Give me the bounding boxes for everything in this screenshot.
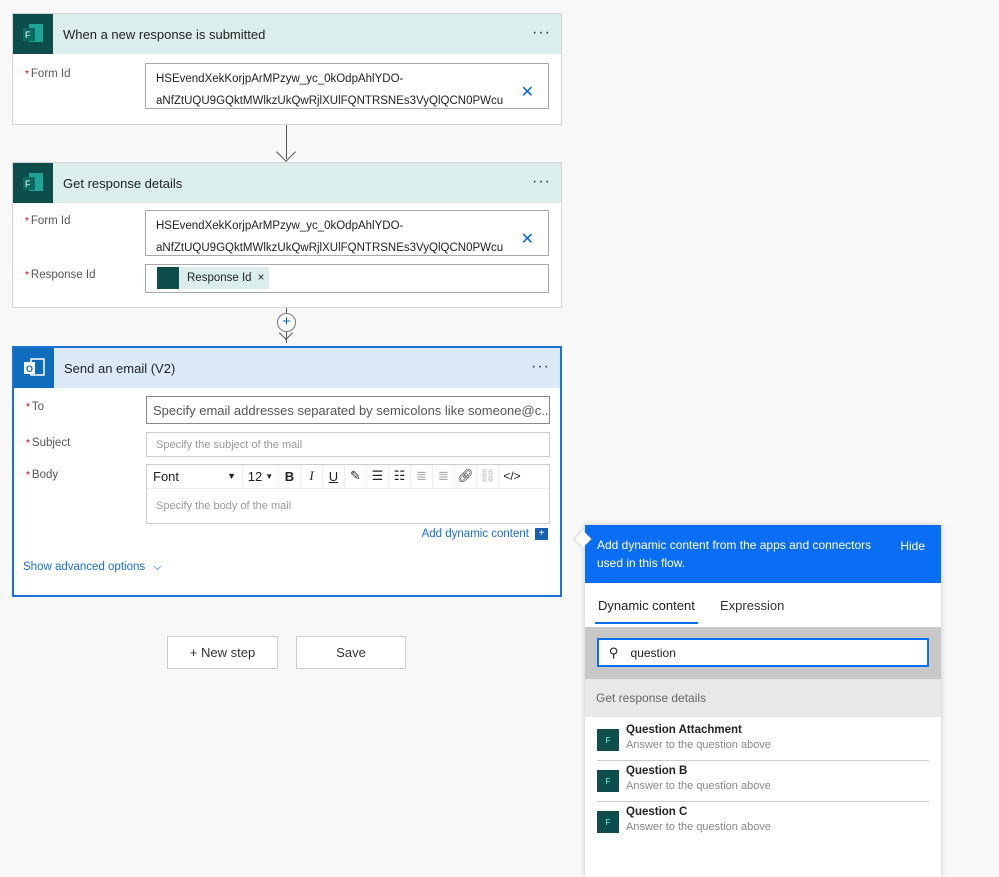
panel-header-text: Add dynamic content from the apps and co… — [597, 538, 872, 570]
underline-icon[interactable]: U — [323, 465, 345, 487]
item-name: Question Attachment — [626, 724, 742, 736]
form-id-label: * Form Id — [25, 215, 71, 227]
dynamic-item[interactable]: F Question Attachment Answer to the questi… — [597, 720, 929, 761]
form-id-input[interactable]: HSEvendXekKorjpArMPzyw_yc_0kOdpAhlYDO- a… — [145, 210, 549, 256]
dynamic-item[interactable]: F Question C Answer to the question above — [597, 802, 929, 843]
form-id-label: * Form Id — [25, 68, 71, 80]
trigger-card: F When a new response is submitted ··· *… — [12, 13, 562, 125]
new-step-button[interactable]: + New step — [167, 636, 278, 669]
code-view-icon[interactable]: </> — [499, 465, 525, 487]
item-desc: Answer to the question above — [626, 739, 771, 751]
outdent-icon[interactable]: ≣ — [433, 465, 455, 487]
italic-icon[interactable]: I — [301, 465, 323, 487]
add-icon: + — [535, 528, 548, 540]
microsoft-forms-icon — [157, 267, 179, 289]
arrow-down-icon — [276, 142, 296, 162]
more-options-icon[interactable]: ··· — [532, 24, 551, 42]
details-title: Get response details — [63, 175, 183, 191]
outlook-icon: O — [14, 348, 54, 388]
highlight-pen-icon[interactable]: ✎ — [345, 465, 367, 487]
body-placeholder: Specify the body of the mail — [156, 500, 292, 512]
font-select[interactable]: Font ▼ — [147, 465, 243, 487]
search-icon: ⚲ — [609, 644, 619, 660]
bold-icon[interactable]: B — [279, 465, 301, 487]
form-id-line2: aNfZtUQU9GQktMWlkzUkQwRjlXUlFQNTRSNEs3Vy… — [156, 242, 504, 254]
send-email-title: Send an email (V2) — [64, 360, 176, 376]
trigger-header[interactable]: F When a new response is submitted ··· — [13, 14, 561, 54]
dynamic-item[interactable]: F Question B Answer to the question above — [597, 761, 929, 802]
save-button[interactable]: Save — [296, 636, 406, 669]
section-header: Get response details — [585, 679, 941, 717]
link-icon[interactable]: 🔗︎ — [455, 465, 477, 487]
svg-text:O: O — [26, 364, 33, 374]
details-card: F Get response details ··· * Form Id HSEv… — [12, 162, 562, 308]
item-desc: Answer to the question above — [626, 821, 771, 833]
body-label: * Body — [26, 469, 59, 481]
response-id-input[interactable]: Response Id × — [145, 264, 549, 293]
bullet-list-icon[interactable]: ☰ — [367, 465, 389, 487]
item-name: Question B — [626, 765, 688, 777]
microsoft-forms-icon: F — [13, 163, 53, 203]
form-id-input[interactable]: HSEvendXekKorjpArMPzyw_yc_0kOdpAhlYDO- a… — [145, 63, 549, 109]
more-options-icon[interactable]: ··· — [531, 358, 550, 376]
microsoft-forms-icon: F — [13, 14, 53, 54]
numbered-list-icon[interactable]: ☷ — [389, 465, 411, 487]
show-advanced-options[interactable]: Show advanced options ⌵ — [23, 561, 162, 574]
chevron-down-icon: ⌵ — [153, 561, 162, 573]
search-value: question — [630, 645, 676, 660]
token-label: Response Id — [187, 272, 252, 284]
response-id-label: * Response Id — [25, 269, 96, 281]
subject-input[interactable]: Specify the subject of the mail — [146, 432, 550, 457]
details-header[interactable]: F Get response details ··· — [13, 163, 561, 203]
tab-expression[interactable]: Expression — [720, 598, 784, 613]
more-options-icon[interactable]: ··· — [532, 173, 551, 191]
body-editor[interactable]: Font ▼ 12 ▼ B I U ✎ ☰ ☷ ≣ ≣ 🔗︎ ⛓︎ </> Spec… — [146, 464, 550, 524]
font-size-select[interactable]: 12 ▼ — [243, 465, 279, 487]
panel-header: Add dynamic content from the apps and co… — [585, 525, 941, 583]
add-dynamic-content-link[interactable]: Add dynamic content + — [422, 528, 548, 540]
form-id-line1: HSEvendXekKorjpArMPzyw_yc_0kOdpAhlYDO- — [156, 73, 404, 85]
form-id-line2: aNfZtUQU9GQktMWlkzUkQwRjlXUlFQNTRSNEs3Vy… — [156, 95, 504, 107]
panel-tabs: Dynamic content Expression — [585, 583, 941, 627]
microsoft-forms-icon: F — [597, 770, 619, 792]
tab-dynamic-content[interactable]: Dynamic content — [595, 598, 698, 624]
search-input[interactable]: ⚲ question — [597, 638, 929, 667]
svg-text:F: F — [25, 30, 31, 40]
send-email-card: O Send an email (V2) ··· * To Specify ema… — [12, 346, 562, 597]
send-email-header[interactable]: O Send an email (V2) ··· — [14, 348, 560, 388]
dynamic-content-panel: Add dynamic content from the apps and co… — [585, 525, 941, 877]
to-input[interactable]: Specify email addresses separated by sem… — [146, 396, 550, 424]
add-dynamic-label: Add dynamic content — [421, 528, 529, 540]
search-area: ⚲ question — [585, 627, 941, 679]
item-name: Question C — [626, 806, 688, 818]
hide-button[interactable]: Hide — [900, 537, 925, 555]
trigger-title: When a new response is submitted — [63, 26, 266, 42]
microsoft-forms-icon: F — [597, 729, 619, 751]
to-label: * To — [26, 401, 45, 413]
token-remove-icon[interactable]: × — [258, 272, 265, 284]
clear-icon[interactable]: ✕ — [521, 82, 534, 104]
clear-icon[interactable]: ✕ — [521, 229, 534, 251]
form-id-line1: HSEvendXekKorjpArMPzyw_yc_0kOdpAhlYDO- — [156, 220, 404, 232]
response-id-token[interactable]: Response Id × — [157, 267, 270, 289]
body-toolbar: Font ▼ 12 ▼ B I U ✎ ☰ ☷ ≣ ≣ 🔗︎ ⛓︎ </> — [147, 465, 549, 489]
item-desc: Answer to the question above — [626, 780, 771, 792]
svg-text:F: F — [25, 179, 31, 189]
microsoft-forms-icon: F — [597, 811, 619, 833]
indent-icon[interactable]: ≣ — [411, 465, 433, 487]
unlink-icon[interactable]: ⛓︎ — [477, 465, 499, 487]
subject-label: * Subject — [26, 437, 71, 449]
